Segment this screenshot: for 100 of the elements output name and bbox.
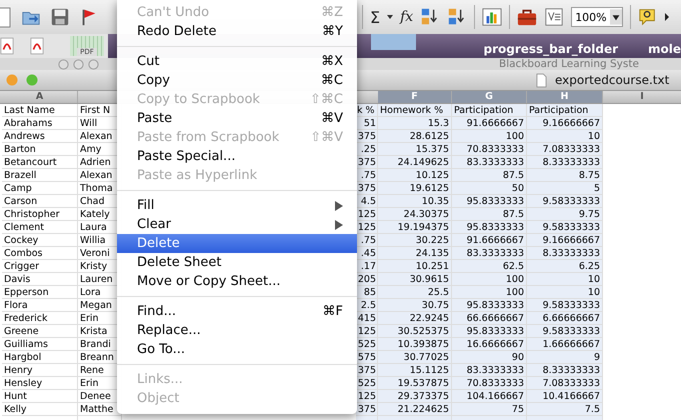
table-cell: 10 xyxy=(527,286,603,299)
table-cell: .45 xyxy=(356,247,378,260)
table-cell: Guilliams xyxy=(2,338,78,351)
table-cell: Epperson xyxy=(2,286,78,299)
table-cell: 10.251 xyxy=(378,260,452,273)
table-cell: 66.6666667 xyxy=(452,312,527,325)
table-cell: 30.9615 xyxy=(378,273,452,286)
table-cell: 375 xyxy=(356,130,378,143)
chart-icon[interactable] xyxy=(482,6,502,28)
table-cell: 95.8333333 xyxy=(452,299,527,312)
table-cell: 30.77025 xyxy=(378,351,452,364)
folder-label[interactable]: progress_bar_folder xyxy=(483,42,618,56)
table-cell: 125 xyxy=(356,390,378,403)
new-document-icon[interactable] xyxy=(0,6,12,28)
table-cell: .75 xyxy=(356,169,378,182)
table-cell: 9.58333333 xyxy=(527,325,603,338)
table-cell: Participation xyxy=(452,104,527,117)
table-cell: 19.194375 xyxy=(378,221,452,234)
table-cell: Brazell xyxy=(2,169,78,182)
table-cell: 95.8333333 xyxy=(452,221,527,234)
table-cell: Davis xyxy=(2,273,78,286)
table-cell: 24.149625 xyxy=(378,156,452,169)
table-cell: 375 xyxy=(356,182,378,195)
table-cell: 62.5 xyxy=(452,260,527,273)
table-cell: Carson xyxy=(2,195,78,208)
table-cell: 375 xyxy=(356,156,378,169)
table-cell: 375 xyxy=(356,403,378,416)
table-cell: 30.75 xyxy=(378,299,452,312)
table-cell: Last Name xyxy=(2,104,78,117)
menu-item[interactable]: Redo Delete ⌘Y xyxy=(117,22,357,41)
menu-item[interactable]: Delete xyxy=(117,234,357,253)
table-cell: .17 xyxy=(356,260,378,273)
window-title: Blackboard Learning Syste xyxy=(499,58,639,70)
table-cell: 575 xyxy=(356,351,378,364)
column-header[interactable]: A xyxy=(2,91,78,103)
table-cell: k % xyxy=(356,104,378,117)
zoom-select[interactable]: 100% xyxy=(571,7,623,27)
table-cell: Betancourt xyxy=(2,156,78,169)
table-cell: 24.30375 xyxy=(378,208,452,221)
folder-label[interactable]: mole xyxy=(648,42,681,56)
pdf-file-icon[interactable] xyxy=(0,37,14,55)
table-cell: 29.373375 xyxy=(378,390,452,403)
table-cell: 100 xyxy=(452,273,527,286)
table-cell: 9.58333333 xyxy=(527,221,603,234)
table-cell: 15.1125 xyxy=(378,364,452,377)
table-cell: 90 xyxy=(452,351,527,364)
table-cell: Henry xyxy=(2,364,78,377)
table-cell: 19.6125 xyxy=(378,182,452,195)
window-title: exportedcourse.txt xyxy=(555,73,670,87)
table-cell: 10.4166667 xyxy=(527,390,603,403)
table-cell: Greene xyxy=(2,325,78,338)
table-cell: Crigger xyxy=(2,260,78,273)
table-cell: 10 xyxy=(527,273,603,286)
table-cell: 15.3 xyxy=(378,117,452,130)
table-cell: 28.6125 xyxy=(378,130,452,143)
table-cell: 95.8333333 xyxy=(452,195,527,208)
caret-icon[interactable] xyxy=(387,15,394,19)
save-icon[interactable] xyxy=(50,6,70,28)
table-cell: 205 xyxy=(356,273,378,286)
table-cell: 525 xyxy=(356,338,378,351)
table-cell: 7.08333333 xyxy=(527,143,603,156)
function-button[interactable]: fx xyxy=(400,9,414,25)
table-cell: .75 xyxy=(356,234,378,247)
table-cell: 415 xyxy=(356,312,378,325)
table-cell: Abrahams xyxy=(2,117,78,130)
folder-thumbnail[interactable] xyxy=(371,34,416,50)
menu-item[interactable]: Copy ⌘C xyxy=(117,71,357,90)
table-cell: 83.3333333 xyxy=(452,364,527,377)
table-cell: 8.33333333 xyxy=(527,364,603,377)
text-box-icon[interactable] xyxy=(544,6,564,28)
table-cell: 125 xyxy=(356,221,378,234)
pdf-file-icon[interactable] xyxy=(30,37,44,55)
table-cell: 6.66666667 xyxy=(527,312,603,325)
table-cell: 22.9245 xyxy=(378,312,452,325)
table-cell: .25 xyxy=(356,143,378,156)
table-cell: 51 xyxy=(356,117,378,130)
column-header[interactable]: I xyxy=(603,91,681,103)
table-cell: 100 xyxy=(452,130,527,143)
table-cell: 1.66666667 xyxy=(527,338,603,351)
table-cell: 83.3333333 xyxy=(452,247,527,260)
table-cell: 70.8333333 xyxy=(452,377,527,390)
table-cell: Kelly xyxy=(2,403,78,416)
table-cell: 8.33333333 xyxy=(527,247,603,260)
table-cell: Hensley xyxy=(2,377,78,390)
table-cell: 15.375 xyxy=(378,143,452,156)
table-cell: Barton xyxy=(2,143,78,156)
menu-item[interactable]: Cut ⌘X xyxy=(117,52,357,71)
table-cell: 30.225 xyxy=(378,234,452,247)
table-cell: Combos xyxy=(2,247,78,260)
table-cell: 6.25 xyxy=(527,260,603,273)
table-cell: Andrews xyxy=(2,130,78,143)
table-cell: 104.166667 xyxy=(452,390,527,403)
more-icon[interactable] xyxy=(664,13,669,21)
table-cell: 25.5 xyxy=(378,286,452,299)
table-cell: Christopher xyxy=(2,208,78,221)
table-cell: 50 xyxy=(452,182,527,195)
table-cell: 375 xyxy=(356,364,378,377)
table-cell: Hargbol xyxy=(2,351,78,364)
sum-button[interactable]: Σ xyxy=(370,8,380,26)
document-icon xyxy=(536,72,547,88)
